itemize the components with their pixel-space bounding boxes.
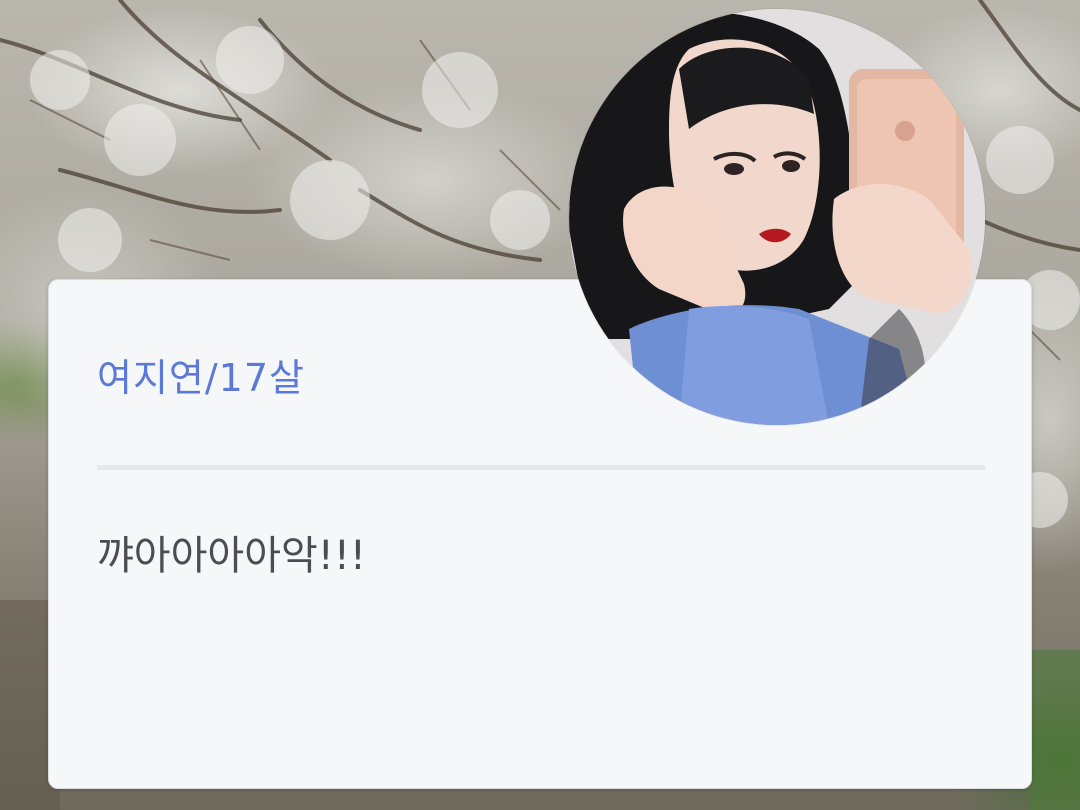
profile-name-age: 여지연/17살 <box>97 356 305 400</box>
profile-avatar <box>569 9 985 425</box>
profile-photo-girl-with-phone-icon <box>569 9 985 425</box>
profile-message: 꺄아아아아악!!! <box>97 533 366 579</box>
card-divider <box>97 465 985 470</box>
